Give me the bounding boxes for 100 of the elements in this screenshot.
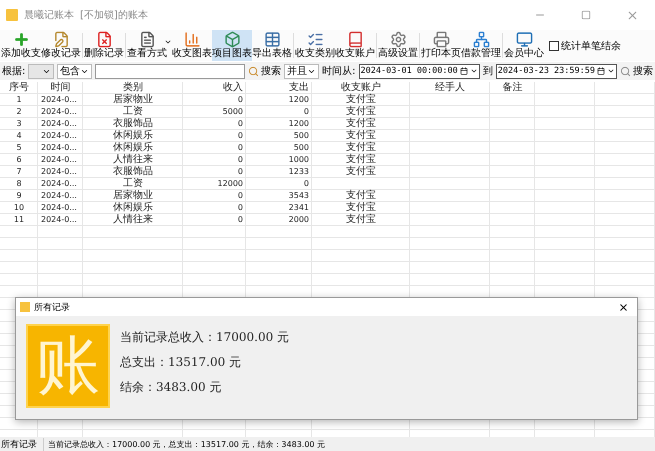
table-cell-text: 人情往来 — [112, 214, 154, 226]
table-cell-text: 8 — [15, 178, 23, 190]
window-subtitle: [不加锁]的账本 — [80, 8, 148, 22]
table-cell-text: 居家物业 — [112, 94, 154, 106]
toolbar-button[interactable]: 打印本页 — [421, 30, 461, 61]
match-select[interactable]: 包含 — [57, 64, 92, 78]
toolbar-button[interactable]: 高级设置 — [378, 30, 418, 61]
calendar-icon — [597, 67, 605, 75]
table-cell-text: 1 — [15, 94, 23, 106]
app-icon — [20, 302, 30, 312]
column-header[interactable]: 经手人 — [410, 82, 490, 94]
table-cell-text: 3543 — [288, 190, 310, 202]
logic-select[interactable]: 并且 — [284, 64, 320, 78]
table-cell-text: 休闲娱乐 — [112, 202, 154, 214]
table-cell-text: 2024-0... — [40, 202, 78, 214]
table-cell-text: 1233 — [288, 166, 310, 178]
table-cell-text: 支付宝 — [345, 166, 377, 178]
table-cell-text: 2024-0... — [40, 166, 78, 178]
table-cell-text: 2024-0... — [40, 118, 78, 130]
toolbar-button[interactable]: 删除记录 — [84, 30, 124, 61]
table-cell-text: 2024-0... — [40, 106, 78, 118]
table-cell-text: 7 — [15, 166, 23, 178]
close-icon[interactable] — [618, 302, 629, 312]
table-cell-text: 0 — [236, 166, 244, 178]
checkbox[interactable]: 统计单笔结余 — [549, 38, 621, 52]
summary-text: 结余：3483.00 元 — [120, 379, 222, 396]
monitor-icon — [516, 31, 532, 48]
table-cell-text: 2341 — [288, 202, 310, 214]
time-from-label: 时间从: — [322, 64, 356, 78]
status-label: 所有记录 — [0, 438, 44, 450]
table-cell-text: 衣服饰品 — [112, 118, 154, 130]
table-cell-text: 工资 — [122, 106, 144, 118]
document-x-icon — [96, 31, 112, 48]
table-cell-text: 0 — [236, 142, 244, 154]
search-field[interactable] — [95, 64, 246, 78]
pencil-document-icon — [52, 31, 70, 48]
search-button[interactable]: 搜索 — [248, 64, 282, 78]
window-title: 晨曦记账本 — [24, 8, 74, 22]
column-header[interactable]: 备注 — [490, 82, 535, 94]
toolbar-button[interactable]: 收支账户 — [335, 30, 375, 61]
search-icon — [620, 66, 631, 76]
table-cell-text: 2000 — [288, 214, 310, 226]
column-header[interactable]: 序号 — [0, 82, 38, 94]
table-cell-text: 2024-0... — [40, 214, 78, 226]
search-button[interactable]: 搜索 — [620, 64, 653, 78]
toolbar-button[interactable]: 导出表格 — [252, 30, 292, 61]
toolbar-button[interactable]: 修改记录 — [41, 30, 81, 61]
table-cell-text: 0 — [236, 190, 244, 202]
caret-icon — [164, 38, 172, 46]
table-cell-text: 11 — [12, 214, 26, 226]
table-cell-text: 2024-0... — [40, 130, 78, 142]
table-cell-text: 休闲娱乐 — [112, 130, 154, 142]
table-cell-text: 9 — [15, 190, 23, 202]
column-header[interactable]: 支出 — [246, 82, 312, 94]
table-cell-text: 2024-0... — [40, 142, 78, 154]
table-cell-text: 支付宝 — [345, 214, 377, 226]
bar-chart-icon — [184, 31, 200, 48]
table-cell-text: 支付宝 — [345, 154, 377, 166]
book-icon — [346, 31, 364, 48]
app-icon — [6, 9, 18, 21]
table-cell-text: 2024-0... — [40, 154, 78, 166]
table-cell-text: 0 — [236, 214, 244, 226]
table-cell-text: 支付宝 — [345, 106, 377, 118]
table-cell-text: 1000 — [288, 154, 310, 166]
field-select[interactable] — [28, 64, 54, 78]
toolbar-button[interactable]: 借款管理 — [461, 30, 501, 61]
table-cell-text: 0 — [236, 202, 244, 214]
column-header[interactable]: 时间 — [38, 82, 83, 94]
toolbar-button[interactable]: 项目图表 — [212, 30, 252, 61]
checkbox-box[interactable] — [549, 40, 559, 50]
caret-icon — [607, 67, 615, 75]
table-cell-text: 500 — [292, 142, 310, 154]
toolbar-button[interactable]: 查看方式 — [127, 30, 167, 61]
date-field[interactable]: 2024-03-23 23:59:59 — [496, 64, 617, 78]
table-cell-text: 支付宝 — [345, 94, 377, 106]
table-cell-text: 4 — [15, 130, 23, 142]
logo: 账 — [26, 324, 110, 408]
table-cell-text: 支付宝 — [345, 142, 377, 154]
toolbar-button[interactable]: 添加收支 — [1, 30, 41, 61]
table-cell-text: 衣服饰品 — [112, 166, 154, 178]
plus-icon — [12, 31, 30, 48]
toolbar-button[interactable]: 收支图表 — [172, 30, 212, 61]
table-cell-text: 工资 — [122, 178, 144, 190]
table-cell-text: 1200 — [288, 94, 310, 106]
printer-icon — [432, 31, 450, 48]
column-header[interactable]: 类别 — [83, 82, 183, 94]
table-cell-text: 5000 — [222, 106, 244, 118]
table-cell-text: 0 — [236, 154, 244, 166]
gear-icon — [390, 31, 406, 48]
toolbar-button[interactable]: 收支类别 — [295, 30, 335, 61]
table-cell-text: 居家物业 — [112, 190, 154, 202]
table-cell-text: 2024-0... — [40, 178, 78, 190]
search-icon — [248, 66, 260, 76]
column-header[interactable]: 收支账户 — [312, 82, 410, 94]
toolbar-button[interactable]: 会员中心 — [504, 30, 544, 61]
maximize-icon — [581, 10, 591, 20]
column-header[interactable]: 收入 — [183, 82, 246, 94]
checklist-icon — [306, 31, 324, 48]
table-cell-text: 10 — [12, 202, 26, 214]
date-field[interactable]: 2024-03-01 00:00:00 — [358, 64, 480, 78]
